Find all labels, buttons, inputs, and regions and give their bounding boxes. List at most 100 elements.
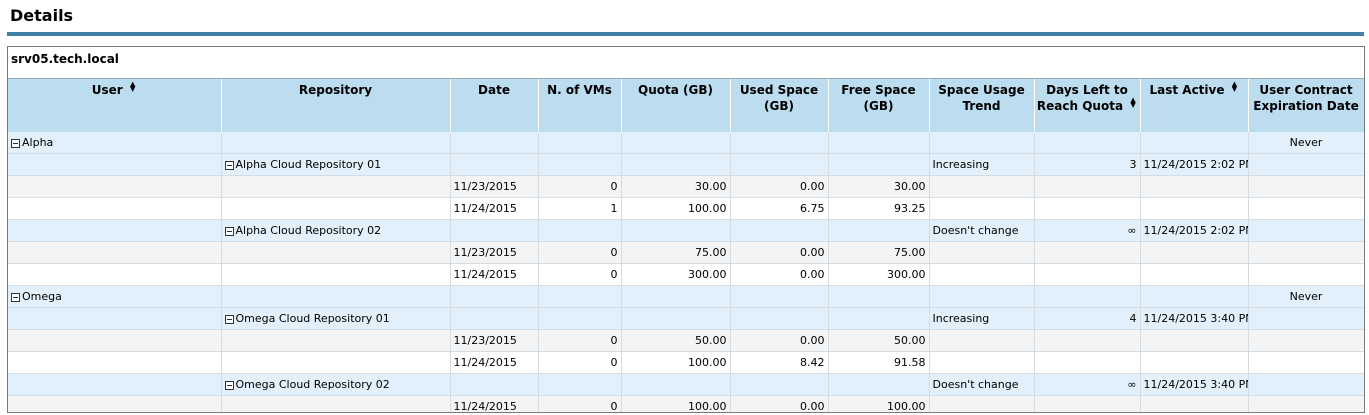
cell-days-left [1034,395,1141,412]
user-group-row: Omega Never [8,285,1364,308]
cell-days-left [1034,241,1141,264]
cell-trend [929,263,1035,286]
cell-vms: 0 [538,263,622,286]
cell-vms: 1 [538,197,622,220]
cell-days-left: ∞ [1034,219,1141,242]
collapse-icon[interactable] [224,160,234,170]
cell-vms [538,132,622,154]
cell-date: 11/24/2015 [450,395,539,412]
cell-repository [221,351,451,374]
cell-trend: Increasing [929,153,1035,176]
cell-used [730,153,829,176]
collapse-icon[interactable] [11,138,20,148]
cell-expiration [1248,373,1364,396]
group-label: Omega [22,290,62,303]
cell-used: 0.00 [730,329,829,352]
cell-trend [929,197,1035,220]
cell-date: 11/24/2015 [450,263,539,286]
sort-icon[interactable]: ▲ ▼ [129,81,137,93]
column-header-days-left[interactable]: Days Left to Reach Quota ▲ ▼ [1034,79,1141,132]
column-header-used-space[interactable]: Used Space (GB) [730,79,829,132]
table-row: 11/24/2015 0 100.00 0.00 100.00 [8,395,1364,412]
cell-quota [621,132,731,154]
cell-expiration [1248,329,1364,352]
cell-user [8,373,222,396]
cell-repository [221,175,451,198]
cell-free [828,153,930,176]
cell-used [730,219,829,242]
cell-quota: 50.00 [621,329,731,352]
cell-trend [929,329,1035,352]
cell-days-left [1034,175,1141,198]
column-header-label: Last Active [1149,83,1225,97]
cell-quota: 100.00 [621,351,731,374]
cell-date: 11/23/2015 [450,241,539,264]
cell-used [730,132,829,154]
cell-days-left [1034,285,1141,308]
cell-free [828,285,930,308]
cell-quota: 30.00 [621,175,731,198]
cell-date [450,307,539,330]
cell-user [8,241,222,264]
group-label: Alpha Cloud Repository 01 [235,158,382,171]
cell-date: 11/23/2015 [450,329,539,352]
cell-vms [538,219,622,242]
cell-expiration [1248,263,1364,286]
cell-free [828,219,930,242]
cell-free: 50.00 [828,329,930,352]
server-name: srv05.tech.local [8,47,1364,79]
column-header-free-space[interactable]: Free Space (GB) [828,79,930,132]
collapse-icon[interactable] [11,292,20,302]
cell-repository: Omega Cloud Repository 02 [221,373,451,396]
column-header-quota[interactable]: Quota (GB) [621,79,731,132]
cell-date: 11/24/2015 [450,197,539,220]
cell-expiration [1248,175,1364,198]
cell-expiration [1248,241,1364,264]
column-header-trend[interactable]: Space Usage Trend [929,79,1035,132]
column-header-label: User [91,83,123,97]
cell-last-active: 11/24/2015 2:02 PM [1140,153,1249,176]
cell-used: 0.00 [730,175,829,198]
cell-expiration: Never [1248,285,1364,308]
cell-used: 8.42 [730,351,829,374]
column-header-expiration[interactable]: User Contract Expiration Date [1248,79,1364,132]
cell-date [450,373,539,396]
cell-user [8,395,222,412]
repository-group-row: Omega Cloud Repository 02 Doesn't change ∞… [8,373,1364,396]
cell-quota: 300.00 [621,263,731,286]
column-header-last-active[interactable]: Last Active ▲ ▼ [1140,79,1249,132]
cell-days-left [1034,132,1141,154]
cell-last-active [1140,351,1249,374]
cell-days-left [1034,197,1141,220]
cell-last-active [1140,132,1249,154]
cell-repository [221,241,451,264]
cell-free: 30.00 [828,175,930,198]
column-header-repository[interactable]: Repository [221,79,451,132]
cell-quota: 100.00 [621,395,731,412]
column-header-vms[interactable]: N. of VMs [538,79,622,132]
collapse-icon[interactable] [224,380,234,390]
collapse-icon[interactable] [224,226,234,236]
cell-date: 11/24/2015 [450,351,539,374]
column-header-date[interactable]: Date [450,79,539,132]
cell-user [8,263,222,286]
column-header-user[interactable]: User ▲ ▼ [8,79,222,132]
sort-icon[interactable]: ▲ ▼ [1231,81,1239,93]
cell-user: Omega [8,285,222,308]
cell-last-active [1140,285,1249,308]
cell-trend: Doesn't change [929,373,1035,396]
cell-vms: 0 [538,329,622,352]
cell-trend [929,285,1035,308]
cell-days-left: 3 [1034,153,1141,176]
table-row: 11/24/2015 1 100.00 6.75 93.25 [8,197,1364,220]
cell-used: 0.00 [730,263,829,286]
sort-icon[interactable]: ▲ ▼ [1129,97,1137,109]
table-row: 11/23/2015 0 50.00 0.00 50.00 [8,329,1364,352]
cell-trend: Doesn't change [929,219,1035,242]
cell-free [828,307,930,330]
cell-free: 75.00 [828,241,930,264]
cell-trend: Increasing [929,307,1035,330]
cell-vms: 0 [538,351,622,374]
cell-expiration [1248,153,1364,176]
collapse-icon[interactable] [224,314,234,324]
